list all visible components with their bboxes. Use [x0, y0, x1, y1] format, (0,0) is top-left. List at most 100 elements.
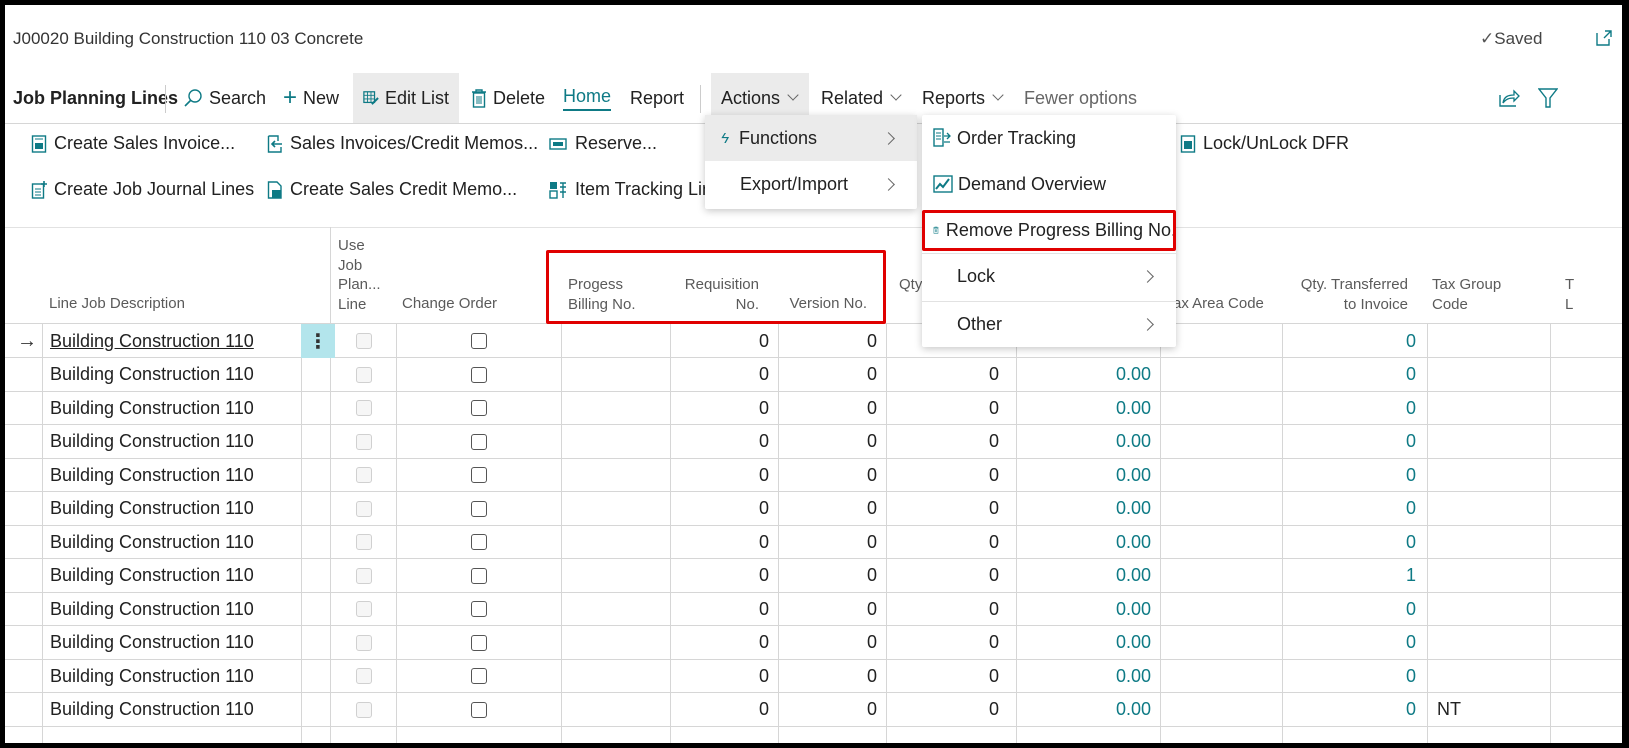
table-row[interactable]: Building Construction 110 0 0 0 0.00 1 — [5, 559, 1622, 593]
cell-qty-transferred[interactable]: 0 — [1283, 358, 1416, 392]
cell-qty-transferred[interactable]: 0 — [1283, 492, 1416, 526]
cell-version-no[interactable]: 0 — [779, 693, 877, 727]
change-order-checkbox[interactable] — [471, 467, 487, 483]
menu-item-export-import[interactable]: Export/Import — [705, 161, 917, 207]
change-order-checkbox[interactable] — [471, 534, 487, 550]
cell-change-order[interactable] — [397, 358, 561, 392]
cell-qty-transferred[interactable]: 0 — [1283, 592, 1416, 626]
table-row[interactable]: Building Construction 110 0 0 0 0.00 0 — [5, 425, 1622, 459]
change-order-checkbox[interactable] — [471, 567, 487, 584]
column-header-line-job-description[interactable]: Line Job Description — [49, 294, 185, 314]
cell-qty[interactable]: 0 — [887, 525, 999, 559]
table-row[interactable]: Building Construction 110 0 0 0 0.00 0 — [5, 358, 1622, 392]
cell-change-order[interactable] — [397, 693, 561, 727]
cell-requisition-no[interactable]: 0 — [671, 324, 769, 358]
change-order-checkbox[interactable] — [471, 634, 487, 651]
change-order-checkbox[interactable] — [471, 500, 487, 517]
cell-requisition-no[interactable]: 0 — [671, 659, 769, 693]
cell-qty-transferred[interactable]: 0 — [1283, 425, 1416, 459]
tab-report[interactable]: Report — [630, 73, 684, 123]
column-header-use-job-plan-line[interactable]: Use Job Plan... Line — [338, 236, 381, 314]
cell-change-order[interactable] — [397, 425, 561, 459]
table-row[interactable]: Building Construction 110 0 0 0 0.00 0 — [5, 659, 1622, 693]
table-row[interactable]: Building Construction 110 0 0 0 0.00 0 — [5, 391, 1622, 425]
column-header-partial[interactable]: T L — [1565, 275, 1574, 314]
cell-tax-group-code[interactable] — [1437, 492, 1547, 526]
cell-change-order[interactable] — [397, 559, 561, 593]
column-header-tax-area-code[interactable]: ax Area Code — [1173, 294, 1264, 314]
sales-invoices-credit-memos-button[interactable]: Sales Invoices/Credit Memos... — [267, 133, 538, 154]
cell-tax-group-code[interactable] — [1437, 425, 1547, 459]
column-header-qty[interactable]: Qty — [899, 275, 922, 295]
new-button[interactable]: + New — [283, 73, 339, 123]
cell-qty-transferred[interactable]: 0 — [1283, 458, 1416, 492]
cell-qty[interactable]: 0 — [887, 626, 999, 660]
cell-qty-transferred[interactable]: 0 — [1283, 525, 1416, 559]
cell-description[interactable]: Building Construction 110 — [50, 358, 300, 392]
reserve-button[interactable]: Reserve... — [548, 133, 657, 154]
row-actions-button[interactable]: ⋮ — [301, 324, 335, 358]
create-job-journal-lines-button[interactable]: Create Job Journal Lines — [31, 179, 254, 200]
filter-icon[interactable] — [1538, 87, 1558, 109]
create-sales-invoice-button[interactable]: Create Sales Invoice... — [31, 133, 235, 154]
change-order-checkbox[interactable] — [471, 433, 487, 450]
cell-qty[interactable]: 0 — [887, 693, 999, 727]
share-icon[interactable] — [1498, 87, 1520, 109]
cell-amount[interactable]: 0.00 — [1017, 458, 1151, 492]
menu-item-demand-overview[interactable]: Demand Overview — [922, 161, 1176, 207]
menu-item-order-tracking[interactable]: Order Tracking — [922, 115, 1176, 161]
change-order-checkbox[interactable] — [471, 333, 487, 349]
cell-tax-group-code[interactable] — [1437, 559, 1547, 593]
cell-description[interactable]: Building Construction 110 — [50, 659, 300, 693]
column-header-qty-transferred-to-invoice[interactable]: Qty. Transferred to Invoice — [1290, 275, 1408, 314]
cell-version-no[interactable]: 0 — [779, 492, 877, 526]
table-row[interactable]: → ⋮ Building Construction 110 0 0 0 — [5, 324, 1622, 358]
search-button[interactable]: Search — [183, 73, 266, 123]
tab-home[interactable]: Home — [563, 73, 612, 123]
cell-qty[interactable]: 0 — [887, 425, 999, 459]
cell-description[interactable]: Building Construction 110 — [50, 592, 300, 626]
cell-description[interactable]: Building Construction 110 — [50, 458, 300, 492]
cell-description[interactable]: Building Construction 110 — [50, 324, 300, 358]
cell-amount[interactable]: 0.00 — [1017, 492, 1151, 526]
cell-amount[interactable]: 0.00 — [1017, 592, 1151, 626]
cell-version-no[interactable]: 0 — [779, 626, 877, 660]
cell-version-no[interactable]: 0 — [779, 659, 877, 693]
cell-requisition-no[interactable]: 0 — [671, 525, 769, 559]
cell-version-no[interactable]: 0 — [779, 324, 877, 358]
menu-item-functions[interactable]: ϟ Functions — [705, 115, 917, 161]
item-tracking-lines-button[interactable]: Item Tracking Line — [548, 179, 722, 200]
cell-qty-transferred[interactable]: 0 — [1283, 391, 1416, 425]
cell-requisition-no[interactable]: 0 — [671, 458, 769, 492]
table-row[interactable]: Building Construction 110 0 0 0 0.00 0 — [5, 592, 1622, 626]
cell-version-no[interactable]: 0 — [779, 592, 877, 626]
cell-qty[interactable]: 0 — [887, 592, 999, 626]
cell-requisition-no[interactable]: 0 — [671, 559, 769, 593]
cell-amount[interactable]: 0.00 — [1017, 559, 1151, 593]
cell-tax-group-code[interactable] — [1437, 358, 1547, 392]
table-row[interactable]: Building Construction 110 0 0 0 0.00 0 — [5, 525, 1622, 559]
cell-qty-transferred[interactable]: 0 — [1283, 324, 1416, 358]
delete-button[interactable]: Delete — [471, 73, 545, 123]
edit-list-button[interactable]: Edit List — [353, 73, 459, 123]
cell-description[interactable]: Building Construction 110 — [50, 391, 300, 425]
cell-change-order[interactable] — [397, 626, 561, 660]
cell-requisition-no[interactable]: 0 — [671, 358, 769, 392]
cell-description[interactable]: Building Construction 110 — [50, 425, 300, 459]
cell-qty-transferred[interactable]: 0 — [1283, 659, 1416, 693]
cell-description[interactable]: Building Construction 110 — [50, 559, 300, 593]
cell-tax-group-code[interactable] — [1437, 592, 1547, 626]
column-header-tax-group-code[interactable]: Tax Group Code — [1432, 275, 1501, 314]
column-header-progess-billing-no[interactable]: Progess Billing No. — [568, 275, 636, 314]
change-order-checkbox[interactable] — [471, 701, 487, 718]
cell-tax-group-code[interactable] — [1437, 626, 1547, 660]
column-header-version-no[interactable]: Version No. — [775, 294, 867, 314]
cell-description[interactable]: Building Construction 110 — [50, 525, 300, 559]
cell-qty[interactable]: 0 — [887, 659, 999, 693]
change-order-checkbox[interactable] — [471, 601, 487, 617]
cell-amount[interactable]: 0.00 — [1017, 693, 1151, 727]
cell-tax-group-code[interactable] — [1437, 525, 1547, 559]
cell-change-order[interactable] — [397, 492, 561, 526]
create-sales-credit-memo-button[interactable]: Create Sales Credit Memo... — [267, 179, 517, 200]
cell-tax-group-code[interactable] — [1437, 458, 1547, 492]
